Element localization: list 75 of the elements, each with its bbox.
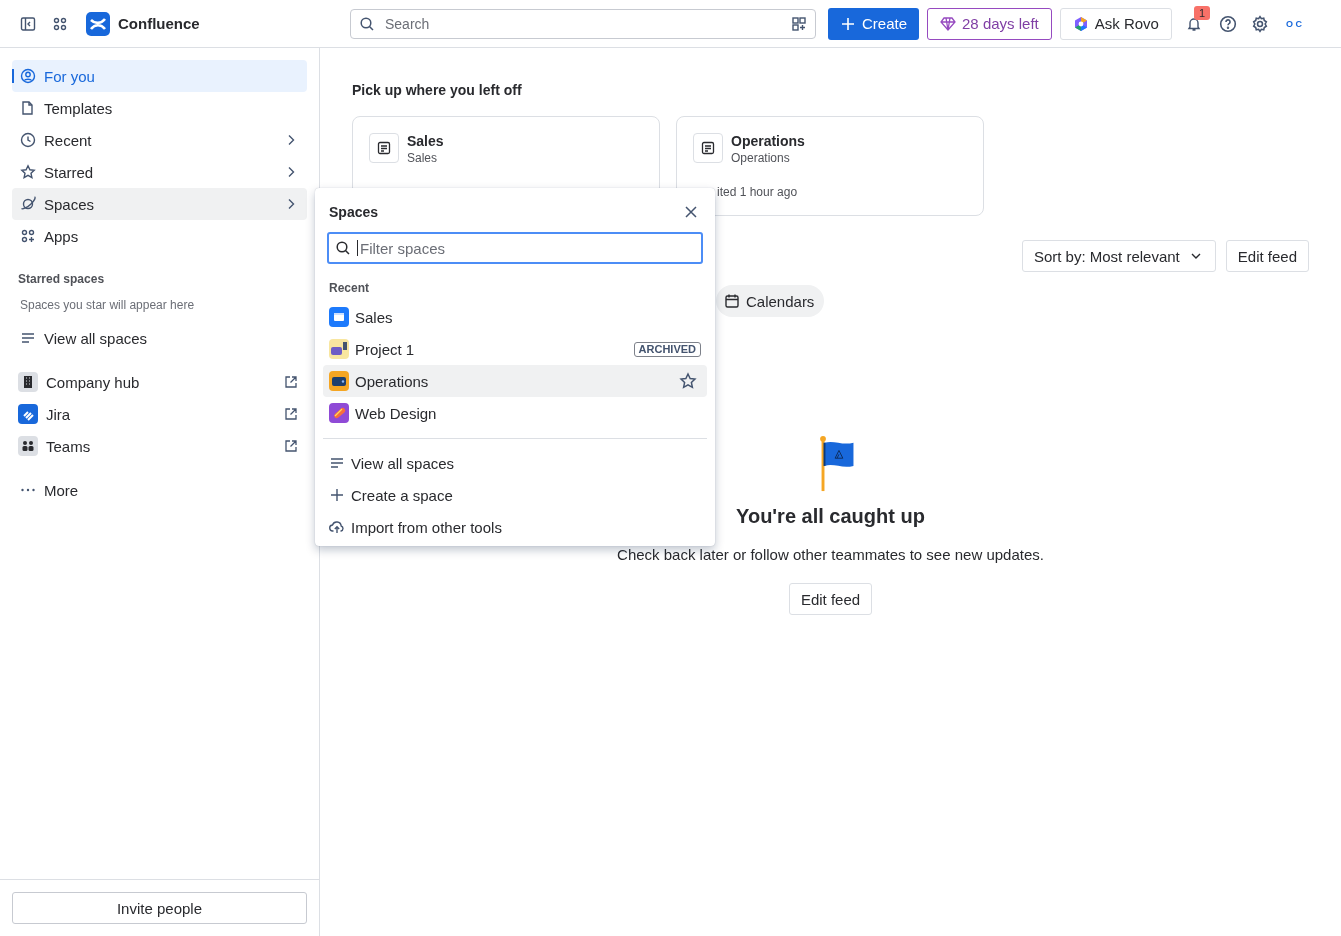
external-link-icon bbox=[283, 438, 299, 454]
clock-icon bbox=[20, 132, 36, 148]
sidebar-link[interactable]: Company hub bbox=[12, 366, 307, 398]
filter-chip[interactable]: Calendars bbox=[716, 285, 825, 317]
space-icon bbox=[329, 339, 349, 359]
cloud-upload-icon bbox=[329, 519, 345, 535]
space-item[interactable]: Operations bbox=[323, 365, 707, 397]
edit-feed-button[interactable]: Edit feed bbox=[788, 583, 873, 615]
sidebar-item[interactable]: More bbox=[12, 474, 307, 506]
diamond-icon bbox=[940, 15, 957, 32]
page-icon bbox=[693, 133, 723, 163]
logo-icon bbox=[86, 11, 110, 36]
menu-item[interactable]: View all spaces bbox=[323, 447, 707, 479]
jira-icon bbox=[18, 404, 38, 424]
space-item[interactable]: Sales bbox=[323, 301, 707, 333]
sidebar-item[interactable]: Spaces bbox=[12, 188, 307, 220]
create-button[interactable]: Create bbox=[828, 7, 920, 40]
planet-icon bbox=[20, 196, 36, 212]
space-icon bbox=[329, 403, 349, 423]
sidebar-item[interactable]: Recent bbox=[12, 124, 307, 156]
notification-count: 1 bbox=[1193, 5, 1211, 20]
menu-item[interactable]: Import from other tools bbox=[323, 511, 707, 543]
space-icon bbox=[329, 371, 349, 391]
trial-button[interactable]: 28 days left bbox=[927, 7, 1052, 40]
star-icon[interactable] bbox=[679, 372, 697, 390]
search-icon bbox=[335, 240, 351, 256]
card-title: Sales bbox=[407, 133, 444, 149]
sidebar-link[interactable]: Jira bbox=[12, 398, 307, 430]
section-heading: Recent bbox=[329, 281, 370, 295]
people-icon bbox=[18, 436, 38, 456]
sort-dropdown[interactable]: Sort by: Most relevant bbox=[1021, 240, 1216, 272]
sidebar-item[interactable]: For you bbox=[12, 60, 307, 92]
section-heading: Starred spaces bbox=[18, 272, 106, 286]
sidebar-link[interactable]: Teams bbox=[12, 430, 307, 462]
sidebar-item[interactable]: View all spaces bbox=[12, 322, 307, 354]
menu-item[interactable]: Create a space bbox=[323, 479, 707, 511]
external-link-icon bbox=[283, 374, 299, 390]
apps-icon bbox=[20, 228, 36, 244]
notifications-icon[interactable] bbox=[1185, 15, 1202, 32]
plus-icon bbox=[840, 15, 856, 32]
visited-time: ited 1 hour ago bbox=[716, 185, 799, 199]
card-title: Operations bbox=[731, 133, 805, 149]
card-subtitle: Sales bbox=[407, 151, 439, 165]
avatar[interactable]: O C bbox=[1281, 18, 1306, 29]
external-link-icon bbox=[283, 406, 299, 422]
hexagon-icon bbox=[1072, 15, 1089, 32]
user-icon bbox=[20, 68, 36, 84]
sidebar-item[interactable]: Apps bbox=[12, 220, 307, 252]
archived-badge: ARCHIVED bbox=[633, 341, 701, 357]
filter-field[interactable]: Filter spaces bbox=[327, 232, 703, 264]
list-icon bbox=[329, 455, 345, 471]
space-icon bbox=[329, 307, 349, 327]
search-icon bbox=[359, 15, 375, 32]
plus-icon bbox=[329, 487, 345, 503]
empty-title: You're all caught up bbox=[736, 505, 925, 528]
ask-rovo-button[interactable]: Ask Rovo bbox=[1059, 7, 1172, 40]
search-field[interactable]: Search bbox=[350, 8, 816, 39]
edit-feed-button[interactable]: Edit feed bbox=[1225, 240, 1309, 272]
invite-button[interactable]: Invite people bbox=[12, 892, 307, 924]
building-icon bbox=[18, 372, 38, 392]
card-subtitle: Operations bbox=[731, 151, 791, 165]
page-icon bbox=[369, 133, 399, 163]
sidebar-item[interactable]: Templates bbox=[12, 92, 307, 124]
document-icon bbox=[20, 100, 36, 116]
space-item[interactable]: Web Design bbox=[323, 397, 707, 429]
calendar-icon bbox=[724, 293, 740, 309]
sidebar-item[interactable]: Starred bbox=[12, 156, 307, 188]
star-icon bbox=[20, 164, 36, 180]
list-icon bbox=[20, 330, 36, 346]
space-item[interactable]: Project 1 ARCHIVED bbox=[323, 333, 707, 365]
filter-icon[interactable] bbox=[791, 15, 807, 32]
product-name: Confluence bbox=[118, 15, 200, 32]
empty-message: Spaces you star will appear here bbox=[20, 298, 196, 312]
section-title: Pick up where you left off bbox=[352, 82, 523, 98]
empty-description: Check back later or follow other teammates to see new updates. bbox=[617, 546, 1044, 563]
